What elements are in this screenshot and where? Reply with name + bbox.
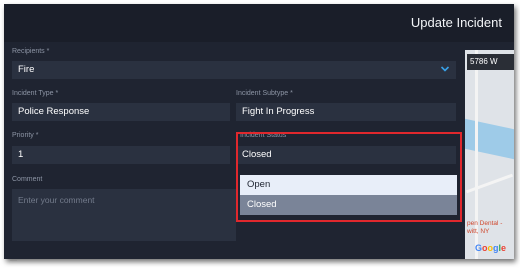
comment-textarea[interactable]: Enter your comment	[12, 189, 230, 241]
map-road	[465, 173, 514, 194]
comment-placeholder: Enter your comment	[18, 195, 95, 205]
map-view[interactable]: 5786 W pen Dental - witt, NY Google	[465, 50, 514, 259]
chevron-down-icon[interactable]	[440, 64, 450, 74]
page-title: Update Incident	[410, 15, 502, 30]
status-option-closed[interactable]: Closed	[240, 195, 457, 215]
cut-off-text: —	[10, 257, 19, 264]
incident-type-select[interactable]: Police Response	[12, 103, 230, 121]
update-incident-panel: Update Incident Recipients * Fire Incide…	[4, 4, 514, 259]
incident-status-label: Incident Status	[240, 132, 287, 139]
map-water	[465, 118, 514, 160]
comment-label: Comment	[12, 176, 43, 183]
incident-status-value: Closed	[242, 149, 272, 160]
priority-label: Priority *	[12, 132, 39, 139]
incident-type-label: Incident Type *	[12, 90, 59, 97]
incident-subtype-select[interactable]: Fight In Progress	[236, 103, 456, 121]
recipients-value: Fire	[18, 64, 35, 75]
panel-header: Update Incident	[4, 4, 514, 42]
map-poi-line: pen Dental -	[467, 220, 503, 227]
incident-subtype-label: Incident Subtype *	[236, 90, 293, 97]
incident-status-select[interactable]: Closed	[236, 146, 456, 164]
map-poi-line: witt, NY	[467, 228, 490, 235]
comment-textarea-edge	[230, 189, 236, 241]
google-logo: Google	[475, 243, 507, 253]
incident-subtype-value: Fight In Progress	[242, 106, 315, 117]
recipients-select[interactable]: Fire	[12, 61, 456, 79]
priority-select[interactable]: 1	[12, 146, 230, 164]
map-address-label: 5786 W	[467, 54, 514, 70]
incident-type-value: Police Response	[18, 106, 90, 117]
status-option-open[interactable]: Open	[240, 175, 457, 195]
recipients-label: Recipients *	[12, 48, 50, 55]
map-poi-label[interactable]: pen Dental - witt, NY	[467, 220, 502, 236]
priority-value: 1	[18, 149, 24, 160]
incident-status-dropdown: Open Closed	[240, 175, 457, 217]
